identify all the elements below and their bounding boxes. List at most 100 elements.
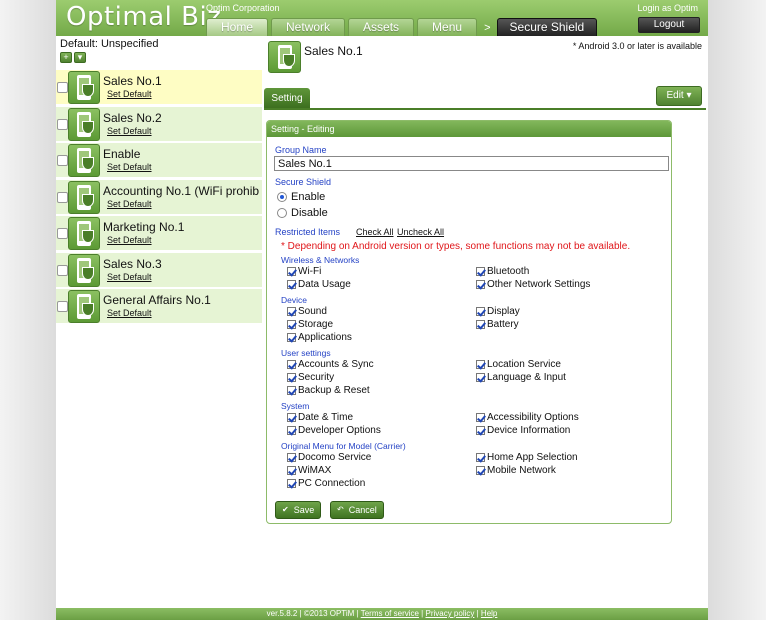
enable-radio[interactable]: [277, 192, 287, 202]
item-label: Home App Selection: [487, 452, 578, 463]
set-default-link[interactable]: Set Default: [107, 126, 152, 136]
item-checkbox[interactable]: [476, 466, 485, 475]
restricted-item[interactable]: Other Network Settings: [476, 279, 590, 290]
group-name: General Affairs No.1: [103, 293, 211, 307]
restricted-item[interactable]: Applications: [287, 332, 352, 343]
group-row[interactable]: Sales No.2 Set Default: [56, 105, 262, 141]
item-label: PC Connection: [298, 478, 366, 489]
item-checkbox[interactable]: [287, 453, 296, 462]
secure-phone-icon: [68, 107, 100, 141]
restricted-item[interactable]: Home App Selection: [476, 452, 578, 463]
restricted-item[interactable]: Language & Input: [476, 372, 566, 383]
item-checkbox[interactable]: [476, 320, 485, 329]
group-name-input[interactable]: [274, 156, 669, 171]
tab-assets[interactable]: Assets: [348, 18, 415, 36]
disable-radio[interactable]: [277, 208, 287, 218]
panel-title: Setting - Editing: [267, 121, 671, 137]
group-checkbox[interactable]: [57, 264, 68, 276]
category-label: Wireless & Networks: [281, 255, 360, 265]
restricted-item[interactable]: Mobile Network: [476, 465, 556, 476]
item-checkbox[interactable]: [287, 466, 296, 475]
restricted-item[interactable]: Display: [476, 306, 520, 317]
set-default-link[interactable]: Set Default: [107, 308, 152, 318]
set-default-link[interactable]: Set Default: [107, 199, 152, 209]
secure-phone-icon: [68, 217, 100, 250]
header-bar: Optimal Biz Optim Corporation Login as O…: [56, 0, 708, 36]
group-checkbox[interactable]: [57, 155, 68, 166]
item-checkbox[interactable]: [287, 386, 296, 395]
add-group-button[interactable]: +: [60, 52, 72, 63]
set-default-link[interactable]: Set Default: [107, 89, 152, 99]
restricted-item[interactable]: Wi-Fi: [287, 266, 321, 277]
save-button[interactable]: ✔ Save: [275, 501, 322, 519]
uncheck-all-link[interactable]: Uncheck All: [397, 227, 444, 237]
set-default-link[interactable]: Set Default: [107, 272, 152, 282]
help-link[interactable]: Help: [481, 609, 497, 618]
item-checkbox[interactable]: [476, 267, 485, 276]
restricted-item[interactable]: WiMAX: [287, 465, 331, 476]
item-checkbox[interactable]: [287, 267, 296, 276]
restricted-item[interactable]: Sound: [287, 306, 327, 317]
group-checkbox[interactable]: [57, 118, 68, 130]
restricted-item[interactable]: Date & Time: [287, 412, 353, 423]
restricted-item[interactable]: Accounts & Sync: [287, 359, 374, 370]
group-menu-button[interactable]: ▾: [74, 52, 86, 63]
item-checkbox[interactable]: [287, 280, 296, 289]
group-checkbox[interactable]: [57, 228, 68, 239]
restricted-item[interactable]: Battery: [476, 319, 519, 330]
item-checkbox[interactable]: [476, 360, 485, 369]
group-row[interactable]: Enable Set Default: [56, 142, 262, 177]
item-checkbox[interactable]: [287, 479, 296, 488]
terms-link[interactable]: Terms of service: [361, 609, 419, 618]
disable-option[interactable]: Disable: [277, 207, 328, 219]
restricted-item[interactable]: Docomo Service: [287, 452, 371, 463]
group-row[interactable]: General Affairs No.1 Set Default: [56, 288, 262, 323]
cancel-button[interactable]: ↶ Cancel: [330, 501, 384, 519]
set-default-link[interactable]: Set Default: [107, 162, 152, 172]
cancel-label: Cancel: [348, 505, 377, 515]
restricted-item[interactable]: Device Information: [476, 425, 570, 436]
enable-option[interactable]: Enable: [277, 191, 325, 203]
tab-setting[interactable]: Setting: [264, 88, 310, 109]
item-checkbox[interactable]: [287, 320, 296, 329]
item-checkbox[interactable]: [476, 453, 485, 462]
tab-network[interactable]: Network: [271, 18, 346, 36]
item-checkbox[interactable]: [476, 307, 485, 316]
item-checkbox[interactable]: [287, 373, 296, 382]
item-checkbox[interactable]: [287, 333, 296, 342]
item-checkbox[interactable]: [476, 413, 485, 422]
group-checkbox[interactable]: [57, 191, 68, 203]
group-row[interactable]: Sales No.3 Set Default: [56, 251, 262, 287]
group-row[interactable]: Accounting No.1 (WiFi prohibit Set Defaul…: [56, 178, 262, 214]
group-checkbox[interactable]: [57, 301, 68, 312]
tab-home[interactable]: Home: [206, 18, 269, 36]
restricted-item[interactable]: Accessibility Options: [476, 412, 579, 423]
item-label: Security: [298, 372, 335, 383]
warning-text: * Depending on Android version or types,…: [281, 241, 631, 252]
item-checkbox[interactable]: [287, 426, 296, 435]
item-checkbox[interactable]: [476, 280, 485, 289]
restricted-item[interactable]: Data Usage: [287, 279, 351, 290]
restricted-item[interactable]: Location Service: [476, 359, 561, 370]
item-checkbox[interactable]: [476, 373, 485, 382]
group-row[interactable]: Marketing No.1 Set Default: [56, 215, 262, 250]
tab-menu[interactable]: Menu: [417, 18, 478, 36]
restricted-item[interactable]: Storage: [287, 319, 333, 330]
logout-button[interactable]: Logout: [638, 17, 700, 33]
check-all-link[interactable]: Check All: [356, 227, 394, 237]
restricted-item[interactable]: PC Connection: [287, 478, 365, 489]
item-checkbox[interactable]: [476, 426, 485, 435]
group-checkbox[interactable]: [57, 82, 68, 93]
restricted-item[interactable]: Bluetooth: [476, 266, 529, 277]
restricted-item[interactable]: Developer Options: [287, 425, 381, 436]
tab-secure-shield[interactable]: Secure Shield: [496, 18, 598, 36]
edit-button[interactable]: Edit ▾: [656, 86, 702, 106]
group-row[interactable]: Sales No.1 Set Default: [56, 69, 262, 104]
restricted-item[interactable]: Security: [287, 372, 334, 383]
restricted-item[interactable]: Backup & Reset: [287, 385, 370, 396]
privacy-link[interactable]: Privacy policy: [425, 609, 474, 618]
set-default-link[interactable]: Set Default: [107, 235, 152, 245]
item-checkbox[interactable]: [287, 360, 296, 369]
item-checkbox[interactable]: [287, 307, 296, 316]
item-checkbox[interactable]: [287, 413, 296, 422]
